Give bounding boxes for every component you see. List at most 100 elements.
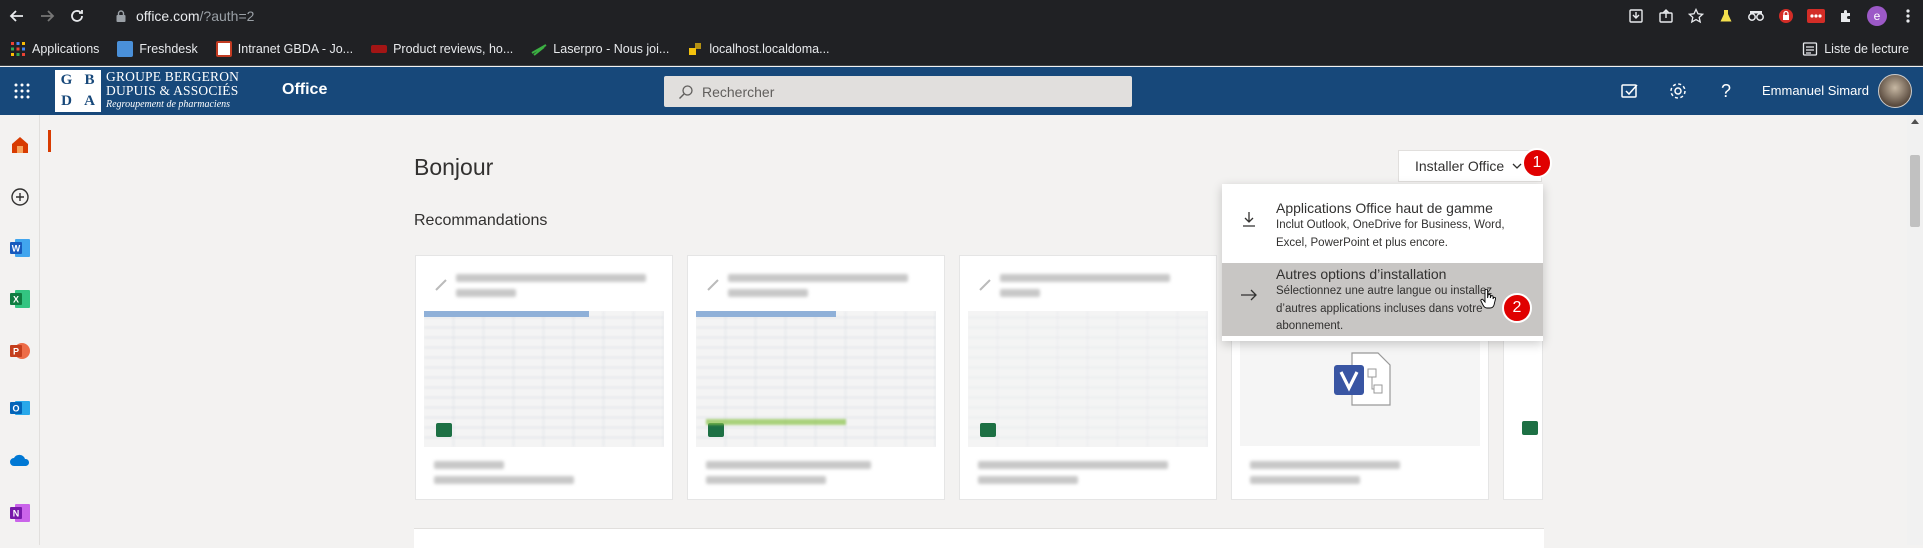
bookmark-laserpro[interactable]: Laserpro - Nous joi...	[531, 41, 669, 57]
bookmark-localhost[interactable]: localhost.localdoma...	[687, 41, 830, 57]
bookmark-label: Freshdesk	[139, 41, 198, 56]
forward-button[interactable]	[34, 3, 60, 29]
gear-icon	[1670, 83, 1686, 99]
excel-mini-icon	[436, 423, 452, 437]
chrome-menu-icon[interactable]	[1899, 7, 1917, 25]
download-icon	[1222, 199, 1276, 247]
bookmark-label: localhost.localdoma...	[709, 41, 830, 56]
annotation-badge-2: 2	[1502, 293, 1532, 323]
page-scrollbar[interactable]	[1907, 115, 1923, 545]
address-bar[interactable]: office.com/?auth=2	[108, 3, 1603, 29]
url-text: office.com/?auth=2	[136, 8, 254, 24]
lastpass-extension-icon[interactable]	[1777, 7, 1795, 25]
bookmark-freshdesk[interactable]: Freshdesk	[117, 40, 198, 57]
rail-onedrive[interactable]	[0, 442, 40, 478]
hand-cursor-icon	[1480, 289, 1496, 309]
user-name[interactable]: Emmanuel Simard	[1762, 83, 1869, 98]
excel-mini-icon	[980, 423, 996, 437]
file-activity-icon	[435, 279, 447, 291]
visio-icon	[1334, 352, 1391, 406]
bookmarks-bar: Applications Freshdesk Intranet GBDA - J…	[0, 32, 1923, 66]
lastpass-dots-icon[interactable]	[1807, 7, 1825, 25]
settings-button[interactable]	[1666, 79, 1690, 103]
bookmark-applications[interactable]: Applications	[10, 41, 99, 57]
onedrive-icon	[10, 454, 30, 466]
card-footer-blurred	[978, 461, 1168, 491]
page-greeting: Bonjour	[414, 154, 494, 180]
arrow-right-icon	[1222, 265, 1276, 336]
card-footer-blurred	[434, 461, 624, 491]
card-title-blurred	[1000, 274, 1210, 300]
logo-line1: GROUPE BERGERON	[106, 69, 240, 84]
install-office-button[interactable]: Installer Office	[1398, 150, 1542, 182]
company-logo[interactable]: G B D A GROUPE BERGERON DUPUIS & ASSOCIÉ…	[54, 69, 250, 113]
excel-mini-icon	[1522, 421, 1538, 435]
feedback-icon	[1621, 84, 1638, 98]
browser-toolbar: office.com/?auth=2 e	[0, 0, 1923, 32]
bookmark-label: Intranet GBDA - Jo...	[237, 41, 354, 56]
reading-list-label: Liste de lecture	[1824, 42, 1909, 56]
menu-item-premium-apps[interactable]: Applications Office haut de gamme Inclut…	[1222, 199, 1543, 249]
waffle-icon	[14, 83, 30, 99]
back-button[interactable]	[4, 3, 30, 29]
annotation-badge-1: 1	[1522, 148, 1552, 178]
recommendation-card[interactable]	[415, 255, 673, 500]
card-footer-blurred	[706, 461, 896, 491]
svg-text:N: N	[13, 509, 20, 519]
profile-avatar[interactable]: e	[1867, 6, 1887, 26]
install-office-dropdown: Applications Office haut de gamme Inclut…	[1222, 184, 1543, 341]
logo-monogram: G B D A	[54, 69, 102, 113]
menu-item-description: Inclut Outlook, OneDrive for Business, W…	[1276, 219, 1505, 249]
reading-list-icon	[1803, 42, 1818, 56]
install-app-icon[interactable]	[1627, 7, 1645, 25]
powerpoint-icon: P	[10, 343, 30, 359]
chevron-down-icon	[1512, 163, 1522, 169]
left-app-rail: W X P O N	[0, 115, 40, 545]
bookmark-product-reviews[interactable]: Product reviews, ho...	[371, 42, 513, 56]
install-office-label: Installer Office	[1415, 158, 1505, 174]
rail-powerpoint[interactable]: P	[0, 333, 40, 369]
rail-excel[interactable]: X	[0, 281, 40, 317]
app-launcher-button[interactable]	[0, 67, 44, 115]
bookmark-label: Applications	[32, 41, 100, 56]
svg-text:O: O	[12, 404, 19, 414]
app-name[interactable]: Office	[282, 81, 327, 99]
logo-letter: D	[61, 93, 72, 109]
bookmark-intranet[interactable]: Intranet GBDA - Jo...	[215, 40, 354, 57]
search-input[interactable]: Rechercher	[664, 76, 1132, 107]
card-title-blurred	[456, 274, 666, 300]
scroll-up-icon[interactable]	[1911, 119, 1919, 124]
menu-item-text: Applications Office haut de gamme Inclut…	[1276, 199, 1543, 249]
rail-home[interactable]	[0, 127, 40, 163]
plus-circle-icon	[11, 188, 29, 206]
rail-create[interactable]	[0, 179, 40, 215]
laserpro-icon	[531, 43, 547, 56]
svg-text:P: P	[13, 347, 19, 357]
url-host: office.com	[136, 8, 200, 24]
office-header: G B D A GROUPE BERGERON DUPUIS & ASSOCIÉ…	[0, 67, 1923, 115]
share-icon[interactable]	[1657, 7, 1675, 25]
localhost-icon	[689, 42, 702, 55]
lock-icon	[116, 10, 126, 22]
logo-letter: G	[60, 72, 73, 88]
rail-onenote[interactable]: N	[0, 495, 40, 531]
card-thumbnail-visio	[1240, 341, 1480, 446]
user-avatar[interactable]	[1878, 74, 1912, 108]
home-icon	[12, 137, 28, 153]
flask-extension-icon[interactable]	[1717, 7, 1735, 25]
help-button[interactable]: ?	[1714, 79, 1738, 103]
reload-icon	[71, 10, 83, 22]
rail-outlook[interactable]: O	[0, 390, 40, 426]
reload-button[interactable]	[64, 3, 90, 29]
bookmark-star-icon[interactable]	[1687, 7, 1705, 25]
recommendation-card[interactable]	[687, 255, 945, 500]
reading-list-button[interactable]: Liste de lecture	[1802, 32, 1909, 66]
rail-word[interactable]: W	[0, 230, 40, 266]
recommendation-card[interactable]	[959, 255, 1217, 500]
scrollbar-thumb[interactable]	[1910, 155, 1920, 227]
menu-item-title: Applications Office haut de gamme	[1276, 200, 1493, 216]
spy-extension-icon[interactable]	[1747, 7, 1765, 25]
recommendations-heading: Recommandations	[414, 212, 548, 229]
feedback-button[interactable]	[1618, 79, 1642, 103]
extensions-puzzle-icon[interactable]	[1837, 7, 1855, 25]
